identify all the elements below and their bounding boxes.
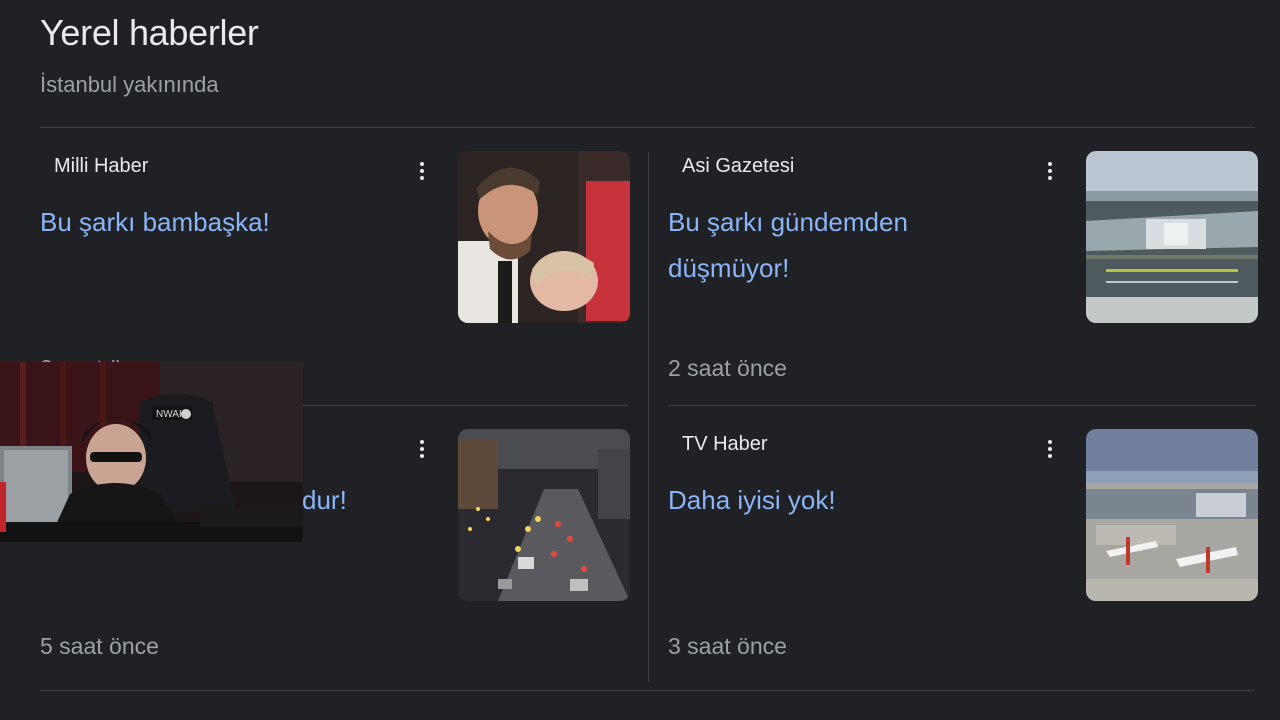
news-headline-link[interactable]: dur! [302,477,422,523]
news-time: 2 saat önce [668,355,787,381]
column-divider [648,152,649,682]
section-subtitle: İstanbul yakınında [40,72,219,97]
news-headline-link[interactable]: Bu şarkı bambaşka! [40,199,440,245]
more-options-icon[interactable] [412,157,432,185]
section-title: Yerel haberler [40,12,259,53]
news-card[interactable]: Asi Gazetesi Bu şarkı gündemden düşmüyor… [668,151,1258,415]
news-card[interactable]: TV Haber Daha iyisi yok! 3 saat önce [668,429,1258,693]
news-thumbnail-image[interactable] [458,429,630,601]
news-thumbnail-image[interactable] [458,151,630,323]
webcam-overlay: NWAH [0,362,303,542]
top-divider [40,127,1255,128]
news-source: TV Haber [682,433,768,455]
more-options-icon[interactable] [1040,435,1060,463]
local-news-panel: Yerel haberler İstanbul yakınında Milli … [0,0,1280,720]
news-time: 3 saat önce [668,633,787,659]
news-headline-link[interactable]: Daha iyisi yok! [668,477,1068,523]
news-source: Milli Haber [54,155,149,177]
news-time: 5 saat önce [40,633,159,659]
news-headline-link[interactable]: Bu şarkı gündemden düşmüyor! [668,199,968,291]
more-options-icon[interactable] [412,435,432,463]
news-source: Asi Gazetesi [682,155,795,177]
news-thumbnail-image[interactable] [1086,429,1258,601]
news-thumbnail-image[interactable] [1086,151,1258,323]
more-options-icon[interactable] [1040,157,1060,185]
